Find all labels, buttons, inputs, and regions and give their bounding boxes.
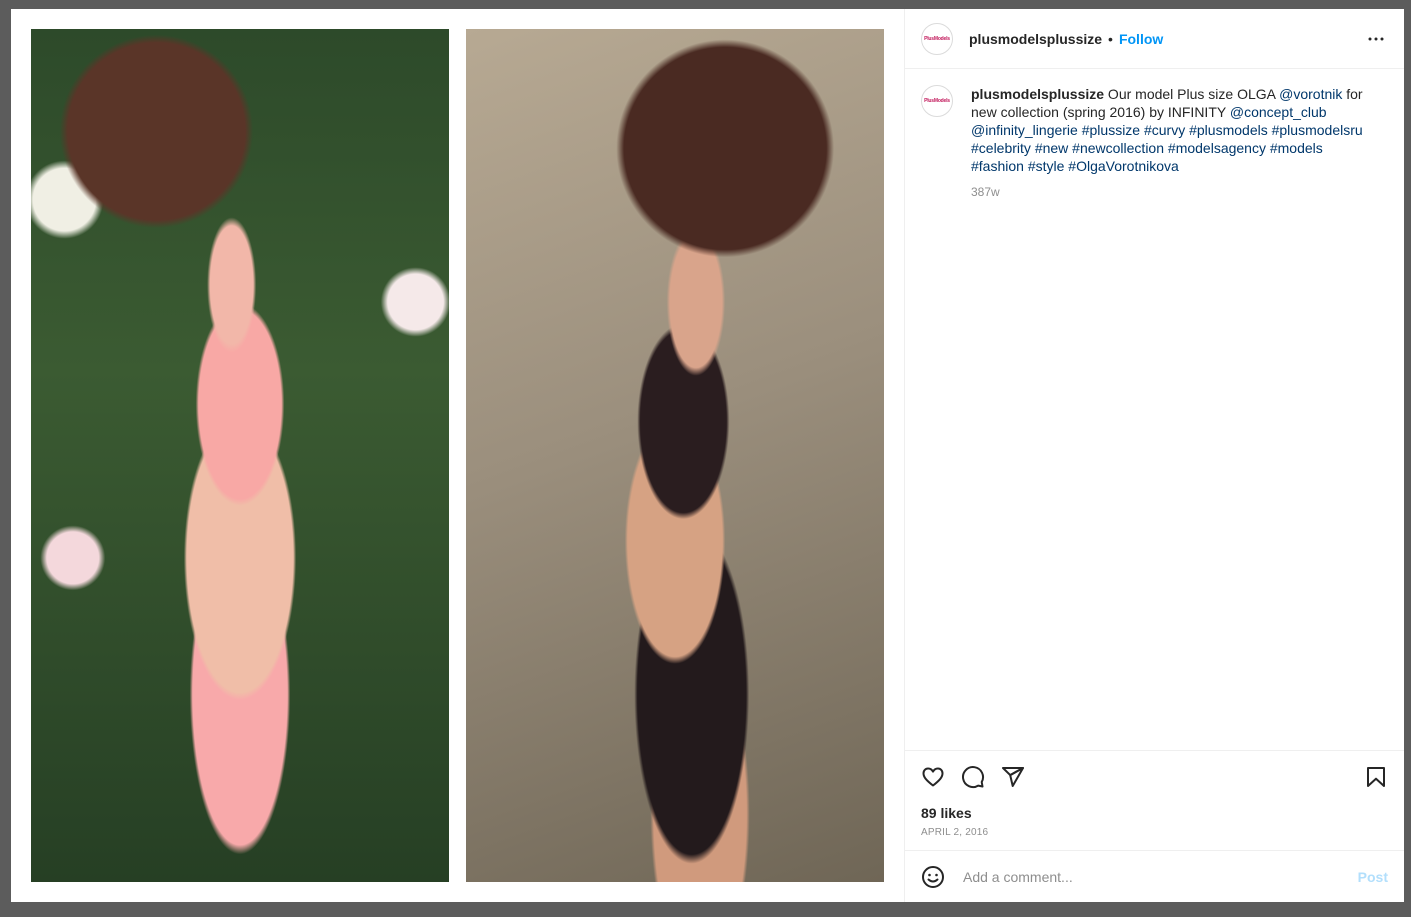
caption-age[interactable]: 387w: [971, 183, 1371, 201]
caption-text: plusmodelsplussize Our model Plus size O…: [971, 85, 1371, 175]
post-modal: PlusModels plusmodelsplussize • Follow P…: [11, 9, 1404, 902]
heart-icon[interactable]: [921, 765, 945, 789]
caption-username[interactable]: plusmodelsplussize: [971, 86, 1104, 102]
more-options-icon[interactable]: [1364, 27, 1388, 51]
post-header: PlusModels plusmodelsplussize • Follow: [905, 9, 1404, 69]
caption-text-part: Our model Plus size OLGA: [1104, 86, 1280, 102]
mention-link[interactable]: @vorotnik: [1279, 86, 1342, 102]
hashtag-link[interactable]: #OlgaVorotnikova: [1068, 158, 1179, 174]
hashtag-link[interactable]: #curvy: [1144, 122, 1185, 138]
caption-body: plusmodelsplussize Our model Plus size O…: [971, 85, 1371, 201]
mention-link[interactable]: @concept_club: [1230, 104, 1327, 120]
post-date[interactable]: APRIL 2, 2016: [921, 827, 1388, 838]
post-side-panel: PlusModels plusmodelsplussize • Follow P…: [904, 9, 1404, 902]
post-photo-right: [466, 29, 884, 882]
post-actions: 89 likes APRIL 2, 2016: [905, 750, 1404, 850]
share-icon[interactable]: [1001, 765, 1025, 789]
separator-dot: •: [1108, 30, 1113, 47]
comment-input[interactable]: [961, 867, 1358, 886]
hashtag-link[interactable]: #newcollection: [1072, 140, 1164, 156]
emoji-icon[interactable]: [921, 865, 945, 889]
mention-link[interactable]: @infinity_lingerie: [971, 122, 1078, 138]
post-photo-left: [31, 29, 449, 882]
avatar[interactable]: PlusModels: [921, 22, 953, 55]
hashtag-link[interactable]: #plusmodels: [1189, 122, 1268, 138]
hashtag-link[interactable]: #fashion: [971, 158, 1024, 174]
bookmark-icon[interactable]: [1364, 765, 1388, 789]
hashtag-link[interactable]: #modelsagency: [1168, 140, 1266, 156]
caption-avatar-logo: PlusModels: [924, 98, 950, 104]
hashtag-link[interactable]: #plussize: [1082, 122, 1140, 138]
caption-avatar[interactable]: PlusModels: [921, 85, 953, 117]
follow-button[interactable]: Follow: [1119, 31, 1163, 47]
post-media: [11, 9, 904, 902]
avatar-logo: PlusModels: [924, 35, 950, 42]
comment-box: Post: [905, 850, 1404, 902]
post-username[interactable]: plusmodelsplussize: [969, 31, 1102, 47]
hashtag-link[interactable]: #plusmodelsru: [1272, 122, 1363, 138]
comment-icon[interactable]: [961, 765, 985, 789]
caption-row: PlusModels plusmodelsplussize Our model …: [921, 85, 1388, 201]
hashtag-link[interactable]: #celebrity: [971, 140, 1031, 156]
hashtag-link[interactable]: #style: [1028, 158, 1065, 174]
post-comment-button[interactable]: Post: [1358, 869, 1388, 885]
hashtag-link[interactable]: #models: [1270, 140, 1323, 156]
action-icons: [921, 751, 1388, 803]
likes-count[interactable]: 89 likes: [921, 805, 1388, 821]
comments-area: PlusModels plusmodelsplussize Our model …: [905, 69, 1404, 750]
hashtag-link[interactable]: #new: [1035, 140, 1068, 156]
